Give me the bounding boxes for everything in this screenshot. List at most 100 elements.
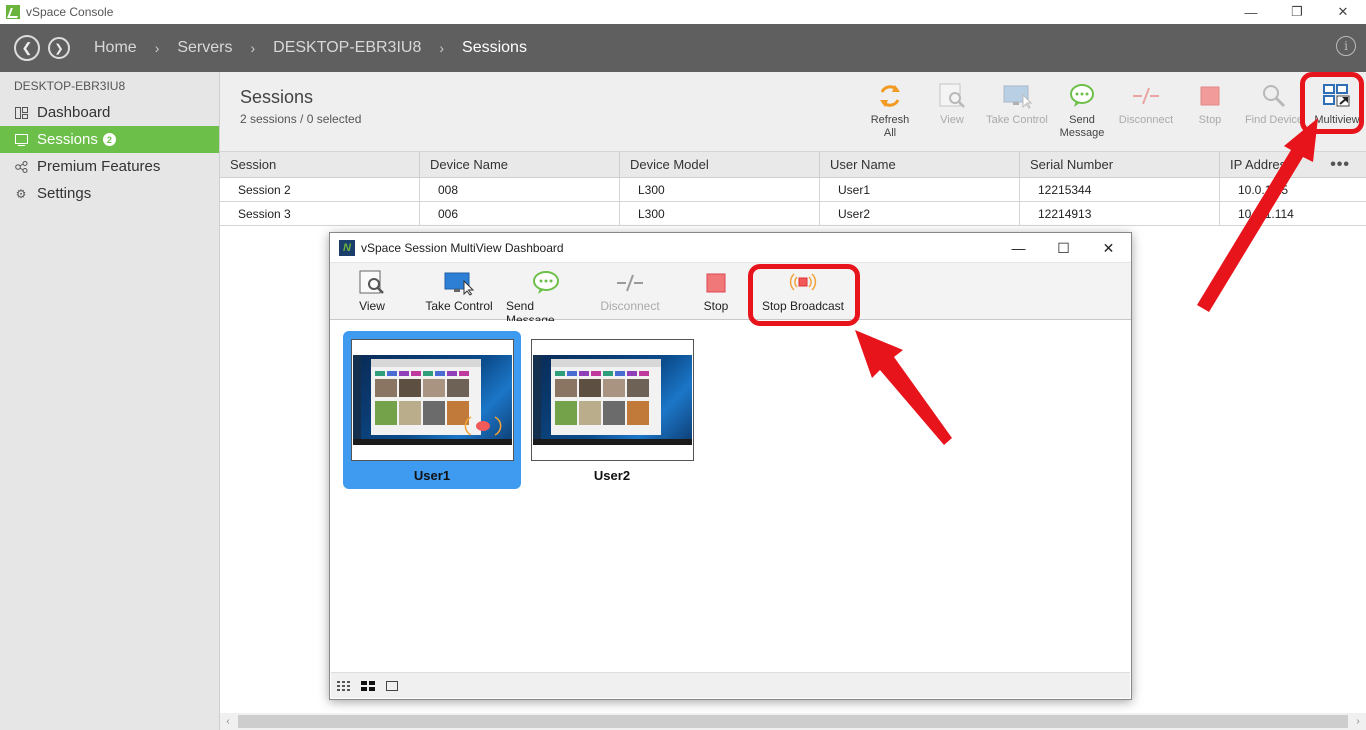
dialog-close-button[interactable]: ✕ (1086, 233, 1131, 263)
cell-device-name: 008 (420, 178, 620, 201)
cell-serial-number: 12214913 (1020, 202, 1220, 225)
send-message-button[interactable]: Send Message (1052, 78, 1112, 140)
info-icon[interactable]: i (1336, 36, 1356, 56)
dialog-stop-label: Stop (703, 299, 729, 313)
refresh-all-button[interactable]: Refresh All (858, 78, 922, 140)
breadcrumb: Home › Servers › DESKTOP-EBR3IU8 › Sessi… (94, 39, 527, 57)
sidebar-item-settings[interactable]: ⚙ Settings (0, 180, 219, 207)
scroll-left-icon[interactable]: ‹ (220, 713, 236, 730)
scroll-right-icon[interactable]: › (1350, 713, 1366, 730)
restore-button[interactable]: ❐ (1274, 0, 1320, 24)
breadcrumb-separator-icon: › (250, 40, 256, 56)
stop-icon (1199, 78, 1221, 114)
breadcrumb-separator-icon: › (154, 40, 160, 56)
sidebar-item-label: Settings (37, 185, 92, 202)
column-header-serial-number[interactable]: Serial Number (1020, 152, 1220, 177)
sessions-toolbar: Refresh All View Take Control Send Messa… (858, 78, 1366, 140)
dialog-disconnect-label: Disconnect (600, 299, 660, 313)
sessions-table: Session Device Name Device Model User Na… (220, 151, 1366, 226)
dialog-window-controls: — ☐ ✕ (996, 233, 1131, 263)
dashboard-icon (14, 106, 28, 120)
view-icon (358, 267, 386, 299)
breadcrumb-separator-icon: › (439, 40, 445, 56)
sidebar-item-premium-features[interactable]: Premium Features (0, 153, 219, 180)
dialog-view-label: View (359, 299, 385, 313)
minimize-button[interactable]: — (1228, 0, 1274, 24)
take-control-icon (443, 267, 475, 299)
session-tile-user2[interactable]: User2 (523, 331, 701, 489)
refresh-all-label-line1: Refresh (870, 114, 910, 126)
column-header-device-model[interactable]: Device Model (620, 152, 820, 177)
close-button[interactable]: ✕ (1320, 0, 1366, 24)
send-message-label-line2: Message (1059, 127, 1105, 139)
breadcrumb-sessions: Sessions (462, 39, 527, 56)
forward-button[interactable]: ❯ (48, 37, 70, 59)
dialog-titlebar: N vSpace Session MultiView Dashboard — ☐… (330, 233, 1131, 263)
column-header-user-name[interactable]: User Name (820, 152, 1020, 177)
take-control-icon (1002, 78, 1032, 114)
sessions-icon (14, 133, 28, 147)
highlight-multiview (1300, 72, 1364, 134)
stop-button[interactable]: Stop (1180, 78, 1240, 140)
dialog-toolbar: View Take Control Send Message Disconnec… (330, 263, 1131, 327)
grid-small-icon[interactable] (337, 680, 351, 692)
cell-ip-address: 10.0.1.114 (1238, 207, 1294, 221)
disconnect-icon (1131, 78, 1161, 114)
dialog-take-control-button[interactable]: Take Control (424, 267, 494, 313)
app-titlebar: vSpace Console — ❐ ✕ (0, 0, 1366, 24)
dialog-minimize-button[interactable]: — (996, 233, 1041, 263)
desktop-screenshot (533, 355, 692, 445)
back-button[interactable]: ❮ (14, 35, 40, 61)
chevron-left-icon: ❮ (21, 40, 33, 55)
refresh-all-label-line2: All (883, 127, 897, 139)
scrollbar-thumb[interactable] (238, 715, 1348, 728)
take-control-button[interactable]: Take Control (982, 78, 1052, 140)
message-icon (531, 267, 561, 299)
send-message-label-line1: Send (1069, 114, 1095, 126)
cell-session: Session 2 (220, 178, 420, 201)
dialog-title: vSpace Session MultiView Dashboard (361, 240, 564, 255)
table-header: Session Device Name Device Model User Na… (220, 151, 1366, 178)
message-icon (1068, 78, 1096, 114)
cell-user-name: User1 (820, 178, 1020, 201)
single-view-icon[interactable] (385, 680, 399, 692)
disconnect-icon (615, 267, 645, 299)
cell-ip-address: 10.0.1.15 (1238, 183, 1289, 197)
more-options-icon[interactable]: ••• (1330, 156, 1350, 174)
dialog-disconnect-button[interactable]: Disconnect (598, 267, 662, 313)
table-row[interactable]: Session 3 006 L300 User2 12214913 10.0.1… (220, 202, 1366, 226)
dialog-maximize-button[interactable]: ☐ (1041, 233, 1086, 263)
sidebar-item-label: Sessions (37, 131, 98, 148)
nav-bar: ❮ ❯ Home › Servers › DESKTOP-EBR3IU8 › S… (0, 24, 1366, 72)
main-header: Sessions 2 sessions / 0 selected Refresh… (220, 72, 1366, 151)
desktop-screenshot (353, 355, 512, 445)
dialog-view-button[interactable]: View (354, 267, 390, 313)
premium-icon (14, 160, 28, 174)
multiview-tiles-area: User1 User2 (331, 321, 1130, 673)
disconnect-label: Disconnect (1118, 114, 1174, 126)
sidebar-item-sessions[interactable]: Sessions 2 (0, 126, 219, 153)
session-tile-user1[interactable]: User1 (343, 331, 521, 489)
dialog-stop-button[interactable]: Stop (698, 267, 734, 313)
column-header-session[interactable]: Session (220, 152, 420, 177)
view-button[interactable]: View (922, 78, 982, 140)
dialog-send-message-button[interactable]: Send Message (506, 267, 586, 327)
find-device-label: Find Device (1244, 114, 1304, 126)
disconnect-button[interactable]: Disconnect (1112, 78, 1180, 140)
column-header-device-name[interactable]: Device Name (420, 152, 620, 177)
find-device-button[interactable]: Find Device (1240, 78, 1308, 140)
app-title: vSpace Console (26, 5, 114, 19)
cell-user-name: User2 (820, 202, 1020, 225)
breadcrumb-host[interactable]: DESKTOP-EBR3IU8 (273, 39, 421, 57)
dialog-status-bar (331, 672, 1130, 698)
cell-session: Session 3 (220, 202, 420, 225)
horizontal-scrollbar[interactable]: ‹ › (220, 713, 1366, 730)
sidebar-item-dashboard[interactable]: Dashboard (0, 99, 219, 126)
sidebar-item-label: Dashboard (37, 104, 111, 121)
breadcrumb-home[interactable]: Home (94, 39, 137, 57)
gear-icon: ⚙ (15, 186, 27, 201)
dialog-logo-icon: N (339, 239, 355, 256)
grid-medium-icon[interactable] (361, 680, 375, 692)
breadcrumb-servers[interactable]: Servers (177, 39, 232, 57)
table-row[interactable]: Session 2 008 L300 User1 12215344 10.0.1… (220, 178, 1366, 202)
